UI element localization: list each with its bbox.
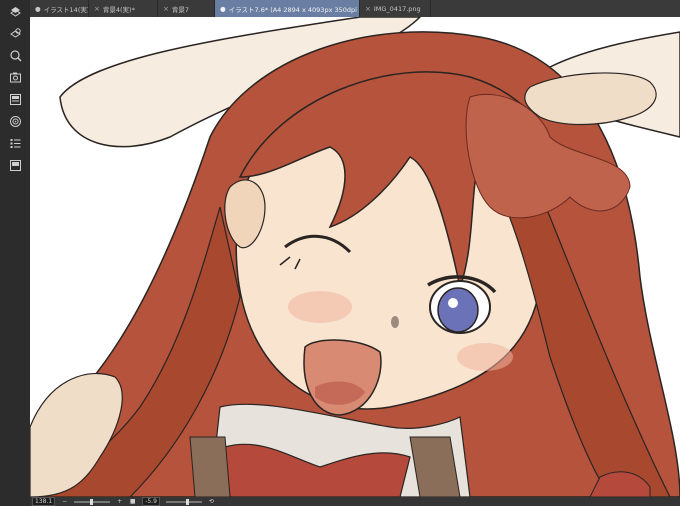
left-toolbar: [0, 0, 31, 506]
tab-background4[interactable]: × 背景4(実)*: [89, 0, 158, 17]
eye-highlight: [448, 298, 458, 308]
tab-background7[interactable]: × 背景7: [158, 0, 215, 17]
tab-dot-icon: ●: [35, 4, 41, 13]
slider-knob[interactable]: [185, 498, 189, 505]
zoom-in-button[interactable]: +: [116, 498, 123, 505]
tab-label: イラスト14(実): [43, 5, 89, 14]
illustration: [30, 17, 680, 497]
tab-label: IMG_0417.png: [373, 4, 421, 13]
blush-right: [457, 343, 513, 371]
tab-dot-icon: ●: [220, 4, 226, 13]
sub-view-icon[interactable]: [8, 70, 22, 84]
status-bar: 138.1 − + ■ -5.9 ⟲: [30, 497, 680, 506]
zoom-value[interactable]: 138.1: [32, 497, 56, 506]
tab-label: 背景4(実)*: [102, 5, 135, 14]
close-icon[interactable]: ×: [163, 5, 169, 13]
open-eye-iris: [437, 287, 479, 333]
item-bank-icon[interactable]: [8, 158, 22, 172]
reset-rotation-icon[interactable]: ⟲: [208, 498, 215, 505]
close-icon[interactable]: ×: [94, 5, 100, 13]
blush-left: [288, 291, 352, 323]
history-icon[interactable]: [8, 114, 22, 128]
slider-knob[interactable]: [90, 498, 94, 505]
layer-property-icon[interactable]: [8, 4, 22, 18]
close-icon[interactable]: ×: [365, 5, 371, 13]
auto-actions-icon[interactable]: [8, 136, 22, 150]
tab-illust7-active[interactable]: ● イラスト7.6* (A4 2894 x 4093px 350dpi 138.…: [215, 0, 360, 17]
fit-icon[interactable]: ■: [129, 498, 136, 505]
rotation-slider[interactable]: [165, 498, 202, 505]
document-tab-bar: ● イラスト14(実) × 背景4(実)* × 背景7 ● イラスト7.6* (…: [30, 0, 680, 17]
tab-illust14[interactable]: ● イラスト14(実): [30, 0, 89, 17]
search-layer-icon[interactable]: [8, 26, 22, 40]
navigator-icon[interactable]: [8, 48, 22, 62]
tab-img-0417[interactable]: × IMG_0417.png: [360, 0, 431, 17]
zoom-slider[interactable]: [74, 498, 111, 505]
material-icon[interactable]: [8, 92, 22, 106]
rotation-value[interactable]: -5.9: [142, 497, 160, 506]
zoom-out-button[interactable]: −: [61, 498, 68, 505]
nose: [391, 316, 399, 328]
suspender-left: [189, 436, 231, 497]
tab-label: 背景7: [171, 5, 190, 14]
tab-label: イラスト7.6* (A4 2894 x 4093px 350dpi 138.1%…: [228, 5, 359, 14]
drawing-canvas[interactable]: [30, 17, 680, 497]
